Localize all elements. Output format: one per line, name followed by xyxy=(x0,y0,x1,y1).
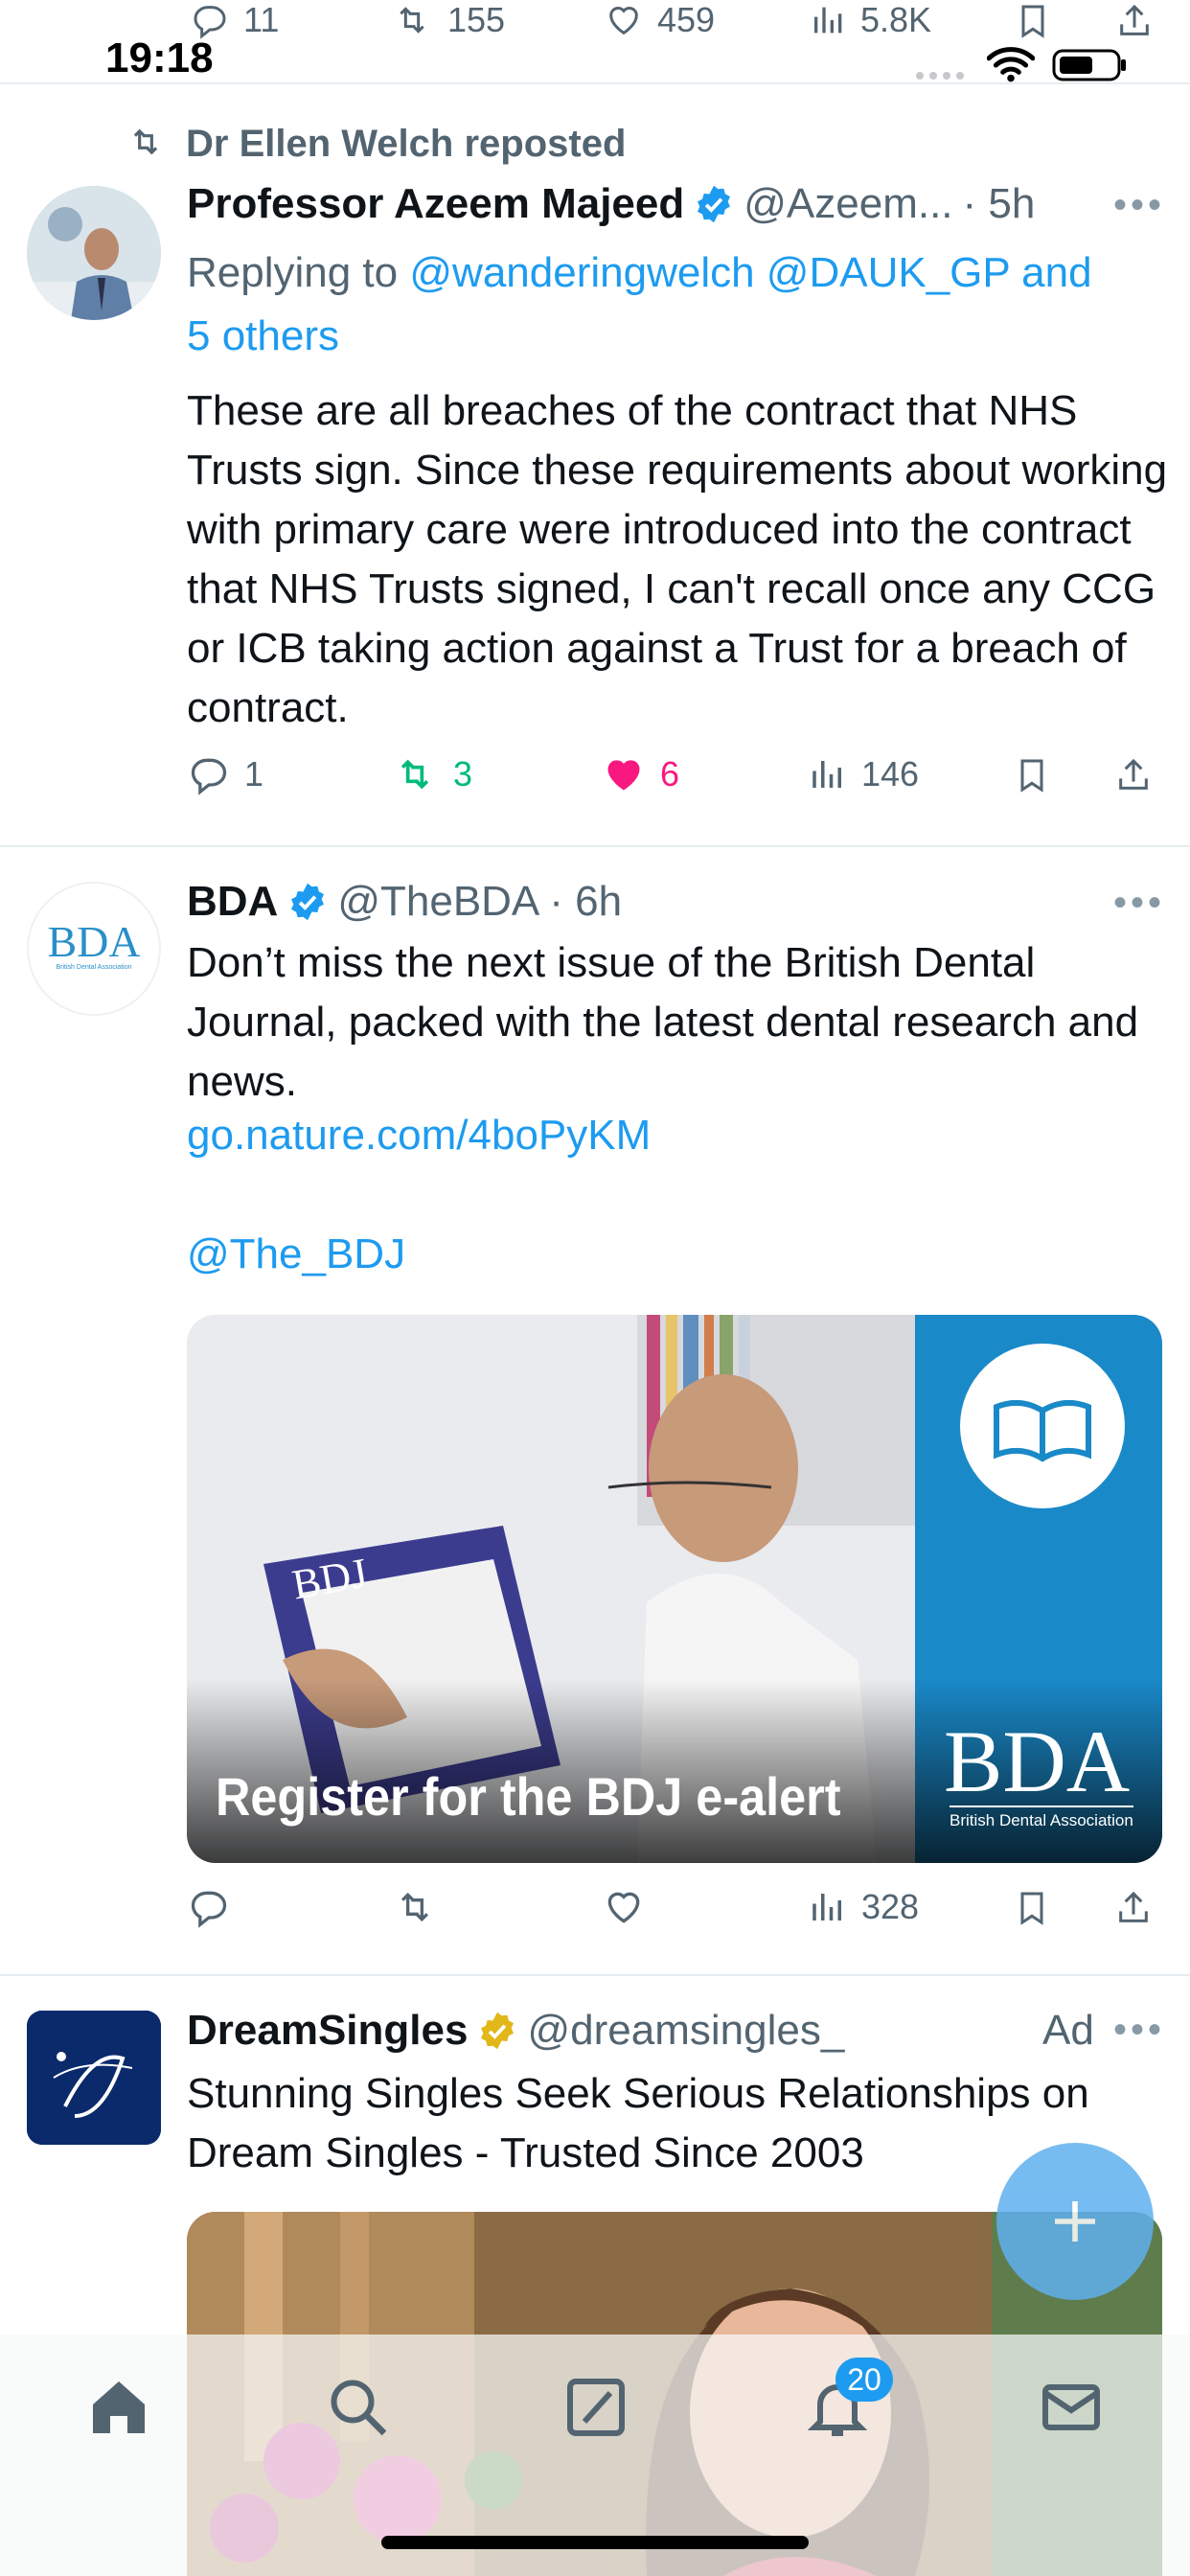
reply-count: 11 xyxy=(243,0,280,39)
tweet-media-image[interactable]: BDJ Register for the BDJ e-alert BDA Bri… xyxy=(187,1315,1162,1863)
home-indicator xyxy=(381,2536,809,2549)
views-chart-icon xyxy=(809,1,849,39)
status-bar-time: 19:18 xyxy=(105,34,214,81)
tweet-header: BDA @TheBDA · 6h xyxy=(187,878,622,926)
repost-icon xyxy=(123,124,169,165)
share-button[interactable] xyxy=(1114,753,1153,797)
repost-icon xyxy=(388,1,436,39)
avatar-logo-text: BDA xyxy=(47,917,141,966)
share-icon xyxy=(1114,1886,1153,1930)
replying-prefix: Replying to xyxy=(187,249,399,296)
more-options-icon[interactable]: ••• xyxy=(1113,882,1165,925)
home-icon[interactable] xyxy=(84,2373,153,2447)
author-handle: @Azeem... xyxy=(744,180,953,227)
author-handle: @dreamsingles_ xyxy=(527,2007,845,2054)
views-button[interactable]: 5.8K xyxy=(809,0,931,40)
author-name[interactable]: Professor Azeem Majeed xyxy=(187,180,684,228)
repost-button[interactable]: 3 xyxy=(390,753,472,795)
repost-label: Dr Ellen Welch reposted xyxy=(186,123,627,165)
reply-count: 1 xyxy=(244,754,264,794)
image-logo-text: BDA xyxy=(944,1713,1131,1810)
tweet-action-row: 1 3 6 146 xyxy=(187,753,1174,811)
like-count: 6 xyxy=(660,754,680,794)
share-icon xyxy=(1115,0,1154,42)
image-logo-subtext: British Dental Association xyxy=(950,1806,1133,1830)
image-caption: Register for the BDJ e-alert xyxy=(216,1766,841,1827)
like-count: 459 xyxy=(657,0,716,39)
tweet-mention[interactable]: @The_BDJ xyxy=(187,1230,405,1278)
replying-to-more[interactable]: 5 others xyxy=(187,312,339,359)
tweet-text: These are all breaches of the contract t… xyxy=(187,387,1168,731)
search-icon[interactable] xyxy=(324,2373,393,2447)
views-count: 328 xyxy=(861,1887,920,1926)
tweet-divider xyxy=(0,845,1190,847)
messages-envelope-icon[interactable] xyxy=(1037,2373,1106,2447)
plus-icon xyxy=(1048,2195,1102,2253)
gold-verified-badge-icon xyxy=(477,2011,517,2051)
replying-to-users[interactable]: @wanderingwelch @DAUK_GP and xyxy=(409,249,1091,296)
repost-indicator: Dr Ellen Welch reposted xyxy=(123,123,626,166)
like-button[interactable] xyxy=(601,1886,647,1928)
views-chart-icon xyxy=(808,753,848,795)
repost-count: 155 xyxy=(447,0,506,39)
like-button[interactable]: 459 xyxy=(602,0,715,40)
notifications-badge: 20 xyxy=(835,2358,893,2402)
share-button[interactable] xyxy=(1115,0,1154,42)
tweet-time: · 6h xyxy=(549,878,623,925)
grok-icon[interactable] xyxy=(561,2373,630,2447)
repost-icon xyxy=(390,1886,440,1928)
reply-button[interactable] xyxy=(187,1886,231,1928)
author-name[interactable]: BDA xyxy=(187,878,278,926)
tweet-header: DreamSingles @dreamsingles_ xyxy=(187,2007,844,2055)
avatar[interactable]: BDA British Dental Association xyxy=(27,882,161,1016)
repost-count: 3 xyxy=(453,754,473,794)
tweet-link[interactable]: go.nature.com/4boPyKM xyxy=(187,1112,651,1160)
views-chart-icon xyxy=(808,1886,848,1928)
ad-label: Ad xyxy=(1042,2007,1094,2054)
compose-fab-button[interactable] xyxy=(996,2143,1154,2300)
verified-badge-icon xyxy=(287,882,328,922)
share-button[interactable] xyxy=(1114,1886,1153,1930)
bookmark-icon xyxy=(1013,753,1051,797)
tweet-header: Professor Azeem Majeed @Azeem... · 5h xyxy=(187,180,1035,228)
author-name[interactable]: DreamSingles xyxy=(187,2007,468,2055)
tweet-action-row: 328 xyxy=(187,1886,1174,1944)
tweet-divider xyxy=(0,1974,1190,1976)
heart-icon xyxy=(601,1886,647,1928)
bookmark-button[interactable] xyxy=(1013,753,1051,797)
reply-icon xyxy=(187,1886,231,1928)
views-button[interactable]: 328 xyxy=(808,1886,919,1928)
reply-icon xyxy=(188,1,232,39)
more-options-icon[interactable]: ••• xyxy=(1113,184,1165,227)
repost-button[interactable] xyxy=(390,1886,440,1928)
signal-icon xyxy=(914,69,972,87)
battery-icon xyxy=(1052,48,1129,87)
bookmark-icon xyxy=(1013,1886,1051,1930)
views-count: 5.8K xyxy=(860,0,932,39)
bookmark-button[interactable] xyxy=(1013,1886,1051,1930)
bookmark-button[interactable] xyxy=(1014,0,1052,42)
views-count: 146 xyxy=(861,754,920,794)
avatar[interactable] xyxy=(27,2011,161,2145)
tweet-text: Don’t miss the next issue of the British… xyxy=(187,939,1139,1105)
share-icon xyxy=(1114,753,1153,797)
repost-icon xyxy=(390,753,440,795)
heart-icon xyxy=(602,1,646,39)
views-button[interactable]: 146 xyxy=(808,753,919,795)
more-options-icon[interactable]: ••• xyxy=(1113,2009,1165,2052)
reply-icon xyxy=(187,753,231,795)
bookmark-icon xyxy=(1014,0,1052,42)
tweet-divider xyxy=(0,82,1190,84)
author-handle: @TheBDA xyxy=(337,878,540,925)
tweet-time: · 5h xyxy=(962,180,1036,227)
repost-button[interactable]: 155 xyxy=(388,0,505,40)
avatar[interactable] xyxy=(27,186,161,320)
reply-button[interactable]: 1 xyxy=(187,753,263,795)
wifi-icon xyxy=(986,46,1036,87)
verified-badge-icon xyxy=(694,184,734,224)
heart-filled-icon xyxy=(601,753,647,795)
replying-to: Replying to @wanderingwelch @DAUK_GP and… xyxy=(187,242,1164,368)
like-button[interactable]: 6 xyxy=(601,753,679,795)
